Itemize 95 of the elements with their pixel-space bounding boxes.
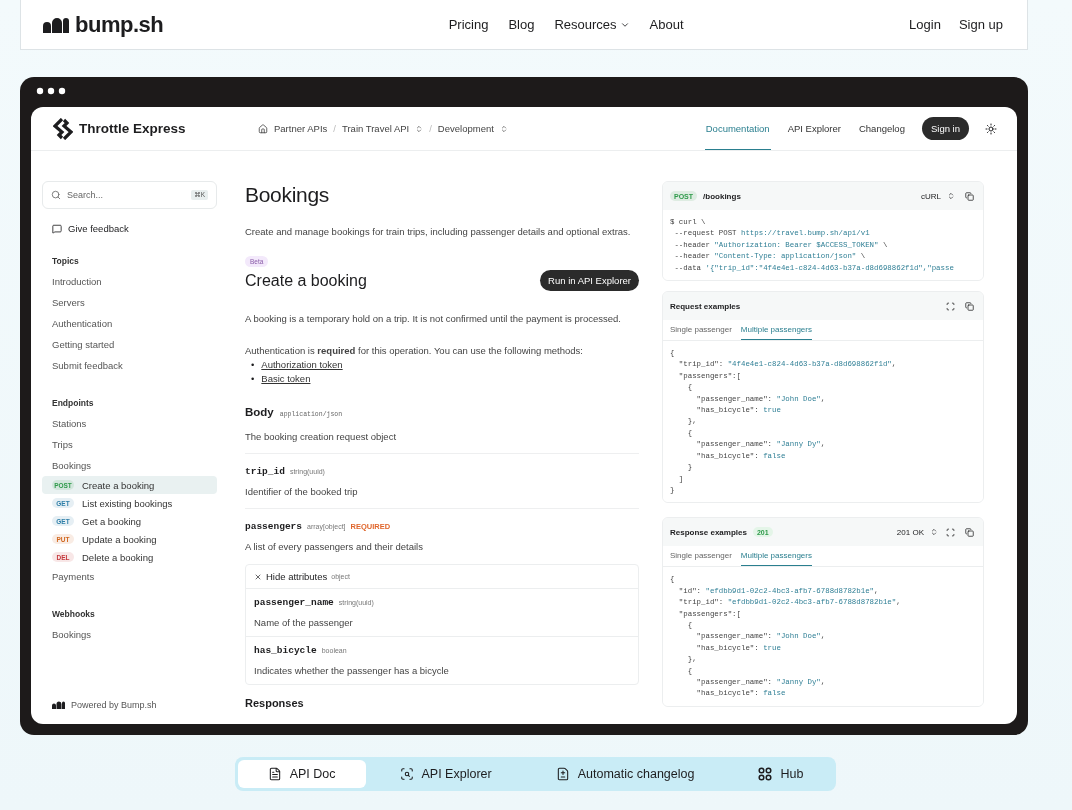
param-description: Identifier of the booked trip bbox=[245, 486, 359, 497]
body-description: The booking creation request object bbox=[245, 431, 398, 442]
example-tab[interactable]: Single passenger bbox=[670, 320, 732, 341]
sidebar-item[interactable]: Stations bbox=[42, 413, 217, 434]
auth-link[interactable]: Authorization token bbox=[261, 359, 343, 370]
endpoint-label: Delete a booking bbox=[82, 551, 154, 563]
nav-link[interactable]: Sign up bbox=[958, 17, 1003, 32]
sidebar-item[interactable]: Getting started bbox=[42, 334, 217, 355]
status-select[interactable]: 201 OK bbox=[896, 527, 924, 537]
param-name: has_bicycle bbox=[254, 645, 317, 656]
endpoint-label: Create a booking bbox=[82, 479, 155, 491]
intro-text: Create and manage bookings for train trips, including passenger details and optional extras. bbox=[245, 226, 632, 237]
close-icon bbox=[254, 572, 262, 581]
param-description: A list of every passengers and their details bbox=[245, 541, 424, 552]
breadcrumb-separator: / bbox=[333, 123, 336, 134]
chevron-updown-icon bbox=[415, 124, 424, 133]
breadcrumb-link[interactable]: Train Travel API bbox=[342, 123, 410, 134]
copy-icon[interactable] bbox=[965, 191, 974, 201]
expand-icon[interactable] bbox=[946, 301, 955, 311]
brand-name[interactable]: Throttle Express bbox=[79, 121, 186, 136]
sidebar-item[interactable]: Trips bbox=[42, 434, 217, 455]
nav-link[interactable]: Blog bbox=[508, 17, 535, 32]
chevron-updown-icon bbox=[499, 124, 508, 133]
expand-icon[interactable] bbox=[946, 527, 955, 537]
sun-icon[interactable] bbox=[985, 122, 997, 135]
file-diff-icon bbox=[555, 767, 570, 781]
auth-link[interactable]: Basic token bbox=[261, 373, 311, 384]
nav-link[interactable]: Pricing bbox=[448, 17, 489, 32]
feedback-link[interactable]: Give feedback bbox=[52, 223, 217, 234]
home-icon bbox=[258, 123, 268, 134]
endpoint-label: List existing bookings bbox=[82, 497, 173, 509]
window-dots-icon bbox=[36, 87, 66, 95]
product-tab[interactable]: API Explorer bbox=[369, 760, 522, 788]
sidebar-item[interactable]: Bookings bbox=[42, 455, 217, 476]
breadcrumb-link[interactable]: Partner APIs bbox=[274, 123, 328, 134]
powered-by-text[interactable]: Powered by Bump.sh bbox=[71, 700, 157, 710]
copy-icon[interactable] bbox=[965, 527, 974, 537]
responses-title: Responses bbox=[245, 697, 305, 709]
param-description: Indicates whether the passenger has a bicycle bbox=[254, 665, 450, 676]
example-tab[interactable]: Single passenger bbox=[670, 546, 732, 567]
nav-link[interactable]: Login bbox=[909, 17, 941, 32]
sidebar-item[interactable]: Authentication bbox=[42, 313, 217, 334]
endpoint-path: /bookings bbox=[703, 191, 741, 201]
sign-in-button[interactable]: Sign in bbox=[921, 117, 969, 140]
nav-tab[interactable]: API Explorer bbox=[786, 107, 842, 150]
grid-icon bbox=[758, 767, 773, 781]
sidebar-item[interactable]: Servers bbox=[42, 292, 217, 313]
message-icon bbox=[52, 223, 62, 234]
sidebar-item[interactable]: Payments bbox=[42, 566, 217, 587]
logo-text[interactable]: bump.sh bbox=[75, 11, 164, 38]
description-text: A booking is a temporary hold on a trip. It is not confirmed until the payment is processed. bbox=[245, 313, 622, 324]
endpoint-label: Update a booking bbox=[82, 533, 157, 545]
language-select[interactable]: cURL bbox=[921, 191, 941, 201]
section-title: Topics bbox=[52, 256, 80, 266]
breadcrumb-separator: / bbox=[429, 123, 432, 134]
chevron-updown-icon bbox=[930, 528, 938, 537]
sidebar-item[interactable]: Submit feedback bbox=[42, 355, 217, 376]
product-tab[interactable]: Hub bbox=[728, 760, 834, 788]
logo-icon bbox=[43, 16, 69, 33]
operation-title: Create a booking bbox=[245, 271, 367, 290]
search-icon bbox=[399, 767, 414, 781]
breadcrumb-link[interactable]: Development bbox=[437, 123, 494, 134]
param-name: passengers bbox=[245, 521, 302, 532]
card-title: Request examples bbox=[670, 301, 741, 311]
card-title: Response examples bbox=[670, 527, 747, 537]
feedback-label: Give feedback bbox=[68, 223, 129, 234]
nav-link[interactable]: Resources bbox=[554, 17, 630, 32]
body-title: Body bbox=[245, 406, 274, 418]
example-tab[interactable]: Multiple passengers bbox=[740, 546, 812, 567]
nav-link[interactable]: About bbox=[649, 17, 684, 32]
chevron-updown-icon bbox=[947, 192, 955, 200]
search-icon bbox=[51, 190, 61, 200]
nav-tab[interactable]: Documentation bbox=[704, 107, 771, 150]
run-button[interactable]: Run in API Explorer bbox=[540, 270, 639, 291]
sidebar-item[interactable]: Bookings bbox=[42, 624, 217, 645]
product-tab[interactable]: Automatic changelog bbox=[525, 760, 725, 788]
param-name: passenger_name bbox=[254, 597, 334, 608]
endpoint-label: Get a booking bbox=[82, 515, 142, 527]
search-placeholder: Search... bbox=[67, 190, 104, 200]
section-title: Endpoints bbox=[52, 398, 95, 408]
auth-text: Authentication is required for this operation. You can use the following methods: bbox=[245, 345, 584, 356]
bullet: • bbox=[251, 373, 255, 384]
param-description: Name of the passenger bbox=[254, 617, 354, 628]
document-icon bbox=[267, 767, 282, 781]
param-name: trip_id bbox=[245, 466, 285, 477]
sidebar-item[interactable]: Introduction bbox=[42, 271, 217, 292]
logo-icon bbox=[53, 117, 73, 140]
copy-icon[interactable] bbox=[965, 301, 974, 311]
product-tab[interactable]: API Doc bbox=[237, 760, 366, 788]
logo-icon bbox=[52, 701, 65, 709]
bullet: • bbox=[251, 359, 255, 370]
section-title: Webhooks bbox=[52, 609, 96, 619]
nav-tab[interactable]: Changelog bbox=[857, 107, 906, 150]
page-title: Bookings bbox=[245, 183, 330, 207]
example-tab[interactable]: Multiple passengers bbox=[740, 320, 812, 341]
